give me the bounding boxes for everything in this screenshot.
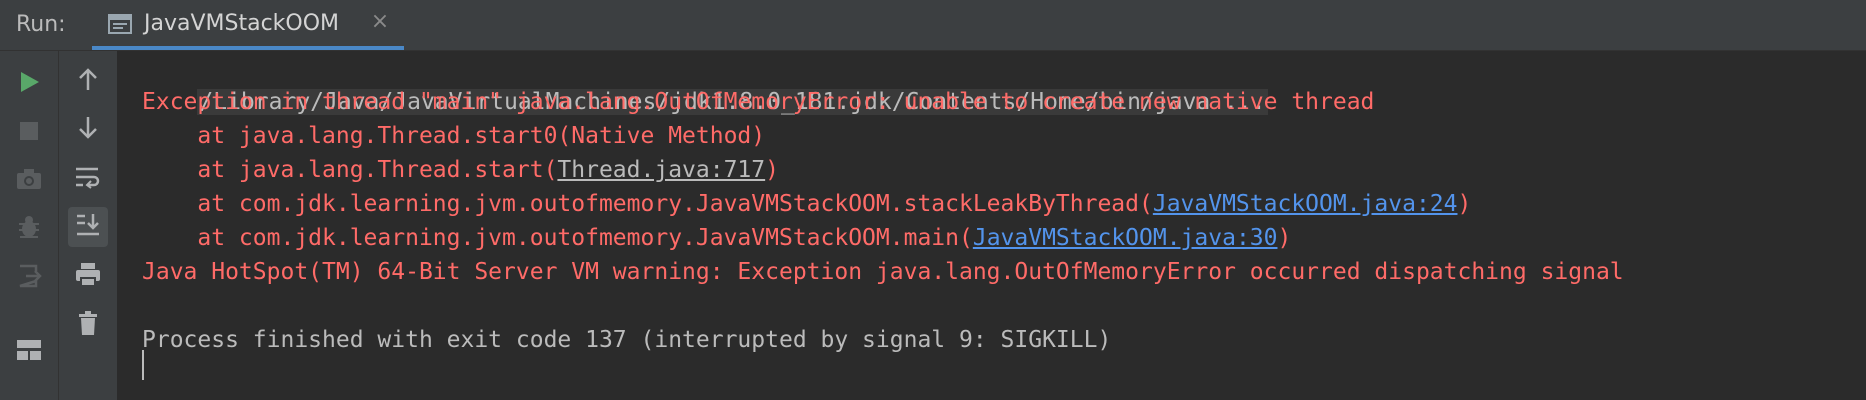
rerun-button[interactable] [9, 64, 49, 104]
print-button[interactable] [68, 256, 108, 296]
source-link[interactable]: JavaVMStackOOM.java:30 [973, 225, 1278, 251]
stacktrace-text: at com.jdk.learning.jvm.outofmemory.Java… [142, 225, 973, 251]
source-link[interactable]: Thread.java:717 [557, 157, 765, 183]
run-label: Run: [16, 12, 66, 37]
text-caret [142, 350, 144, 380]
debug-bug-icon [16, 214, 42, 244]
run-toolbar-right [59, 51, 118, 400]
process-finished-line: Process finished with exit code 137 (int… [142, 327, 1112, 353]
source-link[interactable]: JavaVMStackOOM.java:24 [1153, 191, 1458, 217]
tab-javavmstackoom[interactable]: JavaVMStackOOM × [92, 0, 404, 50]
stop-button[interactable] [9, 113, 49, 153]
restore-layout-button[interactable] [9, 332, 49, 372]
soft-wrap-icon [74, 165, 102, 193]
soft-wrap-button[interactable] [68, 159, 108, 199]
console-output[interactable]: /Library/Java/JavaVirtualMachines/jdk1.8… [118, 51, 1866, 400]
console-window-icon [108, 13, 132, 35]
stacktrace-text: at java.lang.Thread.start( [142, 157, 558, 183]
run-icon [16, 69, 42, 99]
next-occurrence-button[interactable] [68, 110, 108, 150]
down-arrow-icon [76, 115, 100, 145]
up-arrow-icon [76, 66, 100, 96]
dump-threads-button[interactable] [9, 161, 49, 201]
exit-icon [16, 263, 42, 293]
clear-all-button[interactable] [68, 305, 108, 345]
stacktrace-line: at java.lang.Thread.start(Thread.java:71… [142, 153, 779, 187]
command-line[interactable]: /Library/Java/JavaVirtualMachines/jdk1.8… [142, 51, 1268, 115]
stacktrace-text: ) [1277, 225, 1292, 251]
stacktrace-text: ) [1457, 191, 1472, 217]
run-toolbar-left [0, 51, 59, 400]
scroll-to-end-icon [75, 212, 101, 242]
exit-button[interactable] [9, 258, 49, 298]
camera-icon [15, 167, 43, 195]
jvm-warning-line: Java HotSpot(TM) 64-Bit Server VM warnin… [142, 259, 1624, 285]
stacktrace-line: at com.jdk.learning.jvm.outofmemory.Java… [142, 187, 1471, 221]
stop-icon [18, 120, 40, 146]
previous-occurrence-button[interactable] [68, 61, 108, 101]
stacktrace-text: ) [765, 157, 779, 183]
scroll-to-end-button[interactable] [68, 207, 108, 247]
debug-button[interactable] [9, 209, 49, 249]
trash-icon [76, 310, 100, 340]
exception-line: Exception in thread "main" java.lang.Out… [142, 89, 1375, 115]
run-tool-window-header: Run: JavaVMStackOOM × [0, 0, 1866, 51]
stacktrace-line: at com.jdk.learning.jvm.outofmemory.Java… [142, 221, 1291, 255]
print-icon [74, 261, 102, 291]
stacktrace-text: at com.jdk.learning.jvm.outofmemory.Java… [142, 191, 1153, 217]
stacktrace-line: at java.lang.Thread.start0(Native Method… [142, 123, 766, 149]
layout-icon [16, 339, 42, 365]
close-icon[interactable]: × [370, 11, 390, 33]
tab-title: JavaVMStackOOM [144, 11, 340, 36]
